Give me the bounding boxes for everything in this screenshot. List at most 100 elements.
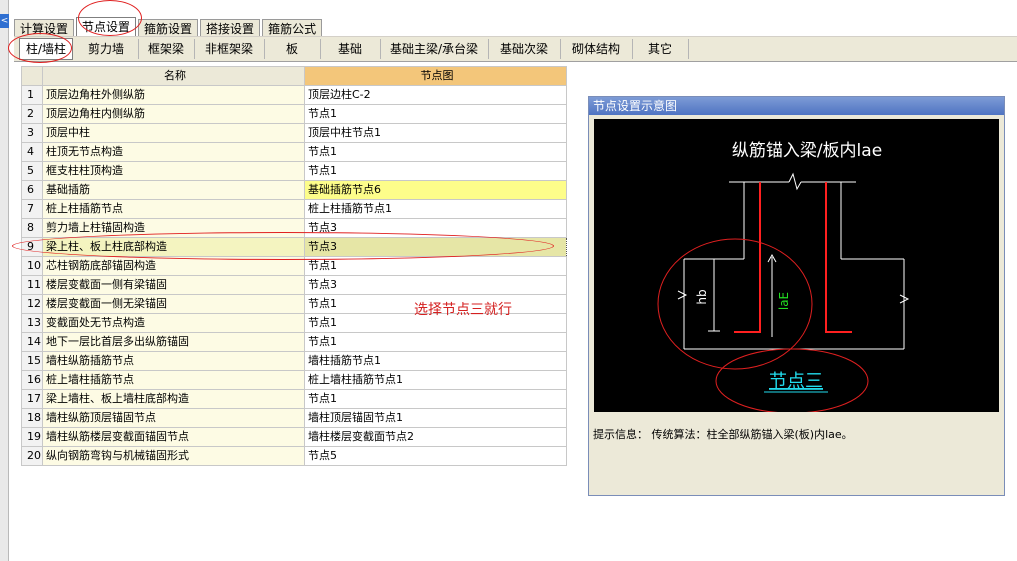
cell-name[interactable]: 顶层边角柱外侧纵筋: [42, 85, 305, 105]
cell-name[interactable]: 基础插筋: [42, 180, 305, 200]
cell-name[interactable]: 楼层变截面一侧无梁锚固: [42, 294, 305, 314]
cell-name[interactable]: 桩上柱插筋节点: [42, 199, 305, 219]
tab-lap-settings[interactable]: 搭接设置: [200, 19, 261, 37]
table-row[interactable]: 17 梁上墙柱、板上墙柱底部构造 节点1: [21, 389, 567, 409]
cell-node[interactable]: 墙柱顶层锚固节点1: [304, 408, 567, 428]
tab-node-settings[interactable]: 节点设置: [76, 17, 137, 37]
subtab-masonry[interactable]: 砌体结构: [560, 39, 633, 59]
row-number: 2: [21, 104, 43, 124]
table-row[interactable]: 19 墙柱纵筋楼层变截面锚固节点 墙柱楼层变截面节点2: [21, 427, 567, 447]
table-row[interactable]: 5 框支柱柱顶构造 节点1: [21, 161, 567, 181]
collapse-arrow-icon[interactable]: <: [0, 14, 9, 28]
cell-name[interactable]: 顶层边角柱内侧纵筋: [42, 104, 305, 124]
label-hb: hb: [695, 289, 709, 304]
cell-name[interactable]: 变截面处无节点构造: [42, 313, 305, 333]
tab-calc-settings[interactable]: 计算设置: [14, 19, 75, 37]
cell-name[interactable]: 梁上柱、板上柱底部构造: [42, 237, 305, 257]
table-row[interactable]: 15 墙柱纵筋插筋节点 墙柱插筋节点1: [21, 351, 567, 371]
node-diagram-drawing: 纵筋锚入梁/板内lae hb laE 节点三: [657, 141, 910, 414]
cell-node[interactable]: 顶层中柱节点1: [304, 123, 567, 143]
node-caption[interactable]: 节点三: [769, 371, 823, 392]
cell-name[interactable]: 纵向钢筋弯钩与机械锚固形式: [42, 446, 305, 466]
cell-name[interactable]: 剪力墙上柱锚固构造: [42, 218, 305, 238]
row-number: 17: [21, 389, 43, 409]
cell-node[interactable]: 节点1: [304, 256, 567, 276]
label-lae: laE: [777, 292, 791, 310]
table-row[interactable]: 10 芯柱钢筋底部锚固构造 节点1: [21, 256, 567, 276]
cell-node[interactable]: 节点1: [304, 389, 567, 409]
cell-node[interactable]: 节点1: [304, 142, 567, 162]
cell-name[interactable]: 墙柱纵筋插筋节点: [42, 351, 305, 371]
row-number: 11: [21, 275, 43, 295]
table-row[interactable]: 2 顶层边角柱内侧纵筋 节点1: [21, 104, 567, 124]
table-row[interactable]: 14 地下一层比首层多出纵筋锚固 节点1: [21, 332, 567, 352]
cell-node[interactable]: 墙柱楼层变截面节点2: [304, 427, 567, 447]
cell-name[interactable]: 楼层变截面一侧有梁锚固: [42, 275, 305, 295]
table-row[interactable]: 9 梁上柱、板上柱底部构造 节点3: [21, 237, 567, 257]
row-number: 20: [21, 446, 43, 466]
settings-tabbar: 计算设置 节点设置 箍筋设置 搭接设置 箍筋公式: [14, 17, 324, 37]
cell-name[interactable]: 顶层中柱: [42, 123, 305, 143]
cell-node[interactable]: 墙柱插筋节点1: [304, 351, 567, 371]
subtab-other[interactable]: 其它: [632, 39, 689, 59]
subtab-frame-beam[interactable]: 框架梁: [138, 39, 195, 59]
tab-stirrup-settings[interactable]: 箍筋设置: [138, 19, 199, 37]
component-type-bar: 柱/墙柱 剪力墙 框架梁 非框架梁 板 基础 基础主梁/承台梁 基础次梁 砌体结…: [14, 36, 1017, 62]
cell-node[interactable]: 节点1: [304, 161, 567, 181]
cell-name[interactable]: 墙柱纵筋顶层锚固节点: [42, 408, 305, 428]
annotation-text: 选择节点三就行: [414, 302, 512, 318]
subtab-nonframe-beam[interactable]: 非框架梁: [194, 39, 265, 59]
row-number: 14: [21, 332, 43, 352]
tip-message: 提示信息： 传统算法：柱全部纵筋锚入梁(板)内lae。: [593, 426, 853, 442]
table-row[interactable]: 20 纵向钢筋弯钩与机械锚固形式 节点5: [21, 446, 567, 466]
subtab-column-wallcolumn[interactable]: 柱/墙柱: [19, 38, 73, 60]
table-row[interactable]: 8 剪力墙上柱锚固构造 节点3: [21, 218, 567, 238]
cell-node[interactable]: 节点1: [304, 332, 567, 352]
cell-name[interactable]: 桩上墙柱插筋节点: [42, 370, 305, 390]
row-number: 8: [21, 218, 43, 238]
cell-node[interactable]: 节点5: [304, 446, 567, 466]
row-number: 7: [21, 199, 43, 219]
cell-name[interactable]: 墙柱纵筋楼层变截面锚固节点: [42, 427, 305, 447]
table-row[interactable]: 1 顶层边角柱外侧纵筋 顶层边柱C-2: [21, 85, 567, 105]
row-number: 18: [21, 408, 43, 428]
cell-name[interactable]: 芯柱钢筋底部锚固构造: [42, 256, 305, 276]
cell-node[interactable]: 节点3: [304, 275, 567, 295]
subtab-foundation[interactable]: 基础: [320, 39, 381, 59]
node-diagram-panel: 节点设置示意图 纵筋锚入梁/板内lae hb laE 节点三 提示信息： 传统算…: [588, 96, 1005, 496]
table-row[interactable]: 16 桩上墙柱插筋节点 桩上墙柱插筋节点1: [21, 370, 567, 390]
cell-name[interactable]: 地下一层比首层多出纵筋锚固: [42, 332, 305, 352]
cell-name[interactable]: 柱顶无节点构造: [42, 142, 305, 162]
row-number: 12: [21, 294, 43, 314]
tip-label: 提示信息：: [593, 428, 648, 441]
subtab-slab[interactable]: 板: [264, 39, 321, 59]
cell-node[interactable]: 节点1: [304, 104, 567, 124]
column-header-node[interactable]: 节点图: [304, 66, 567, 86]
tip-text: 传统算法：柱全部纵筋锚入梁(板)内lae。: [651, 428, 853, 441]
subtab-foundation-main-beam[interactable]: 基础主梁/承台梁: [380, 39, 489, 59]
cell-node[interactable]: 节点3: [304, 237, 567, 257]
cell-node[interactable]: 基础插筋节点6: [304, 180, 567, 200]
cell-node[interactable]: 桩上柱插筋节点1: [304, 199, 567, 219]
row-number: 10: [21, 256, 43, 276]
table-row[interactable]: 3 顶层中柱 顶层中柱节点1: [21, 123, 567, 143]
cell-name[interactable]: 框支柱柱顶构造: [42, 161, 305, 181]
subtab-shear-wall[interactable]: 剪力墙: [74, 39, 139, 59]
table-row[interactable]: 18 墙柱纵筋顶层锚固节点 墙柱顶层锚固节点1: [21, 408, 567, 428]
row-number: 15: [21, 351, 43, 371]
cell-node[interactable]: 节点3: [304, 218, 567, 238]
cell-node[interactable]: 顶层边柱C-2: [304, 85, 567, 105]
cell-name[interactable]: 梁上墙柱、板上墙柱底部构造: [42, 389, 305, 409]
column-header-name[interactable]: 名称: [42, 66, 305, 86]
cell-node[interactable]: 桩上墙柱插筋节点1: [304, 370, 567, 390]
table-row[interactable]: 11 楼层变截面一侧有梁锚固 节点3: [21, 275, 567, 295]
tab-stirrup-formula[interactable]: 箍筋公式: [262, 19, 323, 37]
table-row[interactable]: 7 桩上柱插筋节点 桩上柱插筋节点1: [21, 199, 567, 219]
row-number: 6: [21, 180, 43, 200]
subtab-foundation-secondary-beam[interactable]: 基础次梁: [488, 39, 561, 59]
left-scroll-strip: [0, 0, 9, 561]
table-row[interactable]: 6 基础插筋 基础插筋节点6: [21, 180, 567, 200]
node-diagram-canvas: 纵筋锚入梁/板内lae hb laE 节点三: [594, 119, 999, 414]
row-number: 13: [21, 313, 43, 333]
table-row[interactable]: 4 柱顶无节点构造 节点1: [21, 142, 567, 162]
